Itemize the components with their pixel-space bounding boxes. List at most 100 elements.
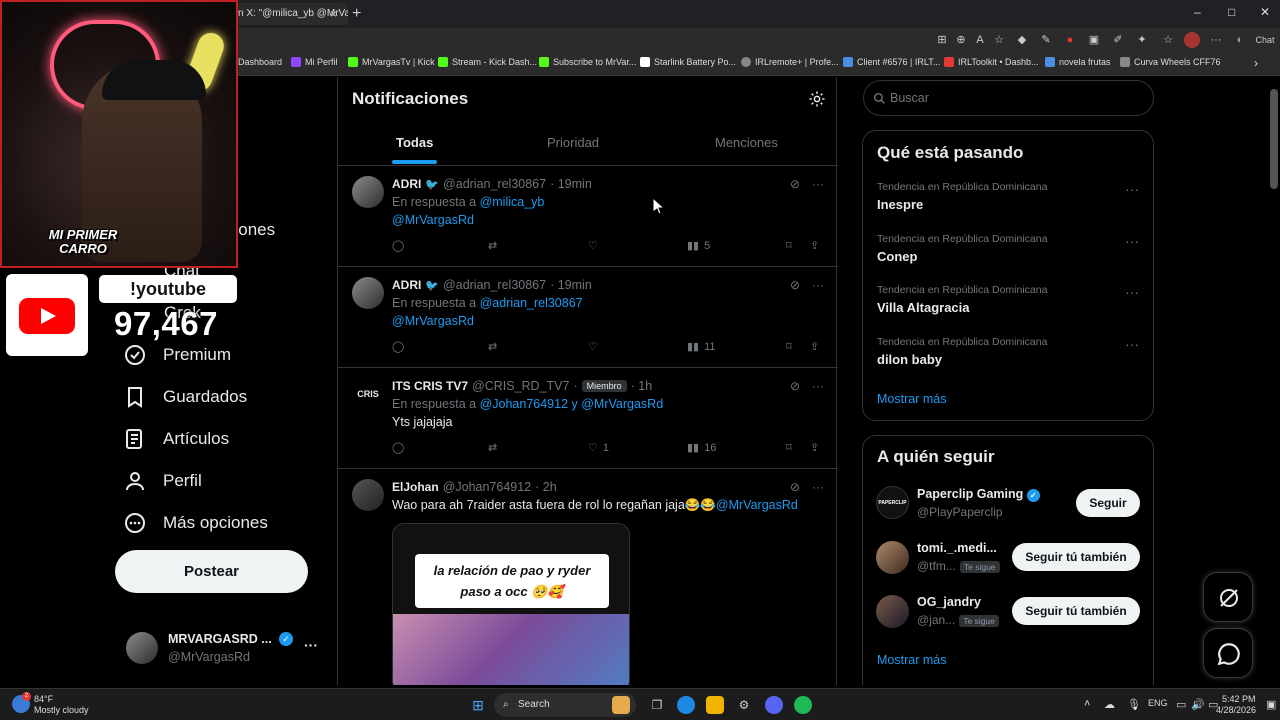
- bookmark-item[interactable]: MrVargasTv | Kick: [348, 57, 435, 67]
- network-icon[interactable]: ▭: [1176, 698, 1186, 711]
- weather-desc[interactable]: Mostly cloudy: [34, 705, 89, 715]
- trend-name[interactable]: Conep: [877, 249, 917, 264]
- more-icon[interactable]: ···: [1125, 181, 1139, 197]
- mention-link[interactable]: @MrVargasRd: [716, 498, 798, 512]
- views-icon[interactable]: ▮▮ 11: [687, 340, 716, 354]
- notification-tweet[interactable]: CRIS ITS CRIS TV7 @CRIS_RD_TV7 · Miembro…: [338, 368, 838, 469]
- more-icon[interactable]: ···: [812, 278, 824, 292]
- notification-tweet[interactable]: ADRI 🐦 @adrian_rel30867 · 19min ⊘ ··· En …: [338, 267, 838, 368]
- extension-icon[interactable]: ●: [1062, 32, 1078, 48]
- chat-label[interactable]: Chat: [1250, 32, 1280, 48]
- bookmark-item[interactable]: Subscribe to MrVar...: [539, 57, 636, 67]
- tweet-time[interactable]: · 19min: [550, 177, 592, 191]
- extension-icon[interactable]: ▣: [1086, 32, 1102, 48]
- author-name[interactable]: ADRI: [392, 278, 421, 292]
- grok-icon[interactable]: ⊘: [790, 480, 800, 494]
- reply-mention-link[interactable]: @Johan764912 y @MrVargasRd: [480, 397, 664, 411]
- close-window-button[interactable]: ✕: [1260, 5, 1270, 19]
- extensions-puzzle-icon[interactable]: ✦: [1134, 32, 1150, 48]
- avatar[interactable]: PAPERCLIP: [876, 486, 909, 519]
- follow-name[interactable]: OG_jandry: [917, 595, 981, 609]
- trend-name[interactable]: Villa Altagracia: [877, 300, 970, 315]
- clock-time[interactable]: 5:42 PM: [1222, 694, 1256, 704]
- notification-tweet[interactable]: ElJohan @Johan764912 · 2h ⊘ ··· Wao para …: [338, 469, 838, 685]
- new-tab-button[interactable]: +: [352, 3, 361, 25]
- nav-item-bookmarks[interactable]: Guardados: [123, 385, 247, 409]
- follow-handle[interactable]: @tfm...: [917, 559, 956, 573]
- trend-name[interactable]: Inespre: [877, 197, 923, 212]
- author-name[interactable]: ElJohan: [392, 480, 439, 494]
- favorites-icon[interactable]: ☆: [1160, 32, 1176, 48]
- author-handle[interactable]: @Johan764912: [443, 480, 531, 494]
- grok-icon[interactable]: ⊘: [790, 177, 800, 191]
- grok-icon[interactable]: ⊘: [790, 379, 800, 393]
- tab-mentions[interactable]: Menciones: [715, 135, 778, 150]
- zoom-icon[interactable]: ⊕: [953, 32, 969, 48]
- more-icon[interactable]: ···: [304, 637, 318, 653]
- tweet-time[interactable]: · 1h: [631, 379, 653, 393]
- tweet-media[interactable]: la relación de pao y ryder paso a occ 🥺🥰: [392, 523, 630, 685]
- follow-button[interactable]: Seguir tú también: [1012, 543, 1140, 571]
- follow-button[interactable]: Seguir: [1076, 489, 1140, 517]
- nav-item-more-options[interactable]: Más opciones: [123, 511, 268, 535]
- follow-name[interactable]: tomi._.medi...: [917, 541, 997, 555]
- task-view-icon[interactable]: ❐: [648, 696, 666, 714]
- tab-priority[interactable]: Prioridad: [547, 135, 599, 150]
- bookmark-item[interactable]: Dashboard: [238, 57, 282, 67]
- follow-name-row[interactable]: Paperclip Gaming ✓: [917, 487, 1040, 502]
- follow-button[interactable]: Seguir tú también: [1012, 597, 1140, 625]
- messages-fab-button[interactable]: [1203, 628, 1253, 678]
- extension-icon[interactable]: ✐: [1110, 32, 1126, 48]
- microphone-icon[interactable]: 🎙: [1127, 698, 1141, 711]
- avatar[interactable]: CRIS: [352, 378, 384, 410]
- discord-icon[interactable]: [765, 696, 783, 714]
- more-icon[interactable]: ···: [1125, 284, 1139, 300]
- more-icon[interactable]: ···: [1125, 336, 1139, 352]
- spotify-icon[interactable]: [794, 696, 812, 714]
- share-icon[interactable]: ⇪: [810, 441, 819, 454]
- notification-bell-icon[interactable]: ▣: [1266, 698, 1276, 711]
- author-handle[interactable]: @adrian_rel30867: [443, 177, 546, 191]
- avatar[interactable]: [876, 541, 909, 574]
- more-menu-icon[interactable]: ···: [1208, 32, 1224, 48]
- like-heart-icon[interactable]: ♡: [588, 239, 598, 252]
- windows-start-icon[interactable]: ⊞: [469, 696, 487, 714]
- nav-item-premium[interactable]: Premium: [123, 343, 231, 367]
- avatar[interactable]: [352, 176, 384, 208]
- language-indicator[interactable]: ENG: [1148, 698, 1168, 708]
- more-icon[interactable]: ···: [1125, 233, 1139, 249]
- bookmark-icon[interactable]: ⌑: [786, 239, 792, 252]
- views-icon[interactable]: ▮▮ 16: [687, 441, 716, 455]
- edge-browser-icon[interactable]: [677, 696, 695, 714]
- search-input[interactable]: Buscar: [863, 80, 1154, 116]
- bookmark-item[interactable]: IRLToolkit • Dashb...: [944, 57, 1039, 67]
- grok-fab-button[interactable]: [1203, 572, 1253, 622]
- account-switcher[interactable]: MRVARGASRD ... ✓ @MrVargasRd ···: [126, 629, 326, 669]
- reply-mention-link[interactable]: @milica_yb: [480, 195, 545, 209]
- file-explorer-icon[interactable]: [706, 696, 724, 714]
- more-icon[interactable]: ···: [812, 177, 824, 191]
- tweet-time[interactable]: · 2h: [535, 480, 557, 494]
- retweet-icon[interactable]: ⇄: [488, 340, 497, 353]
- mention-link[interactable]: @MrVargasRd: [392, 314, 474, 328]
- avatar[interactable]: [352, 277, 384, 309]
- more-icon[interactable]: ···: [812, 480, 824, 494]
- favorite-star-icon[interactable]: ☆: [991, 32, 1007, 48]
- profile-avatar[interactable]: [1184, 32, 1200, 48]
- show-more-link[interactable]: Mostrar más: [877, 392, 946, 406]
- retweet-icon[interactable]: ⇄: [488, 441, 497, 454]
- reply-icon[interactable]: ◯: [392, 441, 404, 454]
- bookmark-item[interactable]: Curva Wheels CFF76: [1120, 57, 1221, 67]
- reply-mention-link[interactable]: @adrian_rel30867: [480, 296, 583, 310]
- settings-gear-icon[interactable]: [808, 90, 826, 108]
- bookmark-item[interactable]: Stream - Kick Dash...: [438, 57, 537, 67]
- trend-name[interactable]: dilon baby: [877, 352, 942, 367]
- weather-temp[interactable]: 84°F: [34, 694, 53, 704]
- copilot-icon[interactable]: ◐: [1232, 32, 1248, 48]
- post-button[interactable]: Postear: [115, 550, 308, 593]
- like-heart-icon[interactable]: ♡: [588, 340, 598, 353]
- retweet-icon[interactable]: ⇄: [488, 239, 497, 252]
- chevron-up-icon[interactable]: ˄: [1084, 698, 1090, 710]
- author-name[interactable]: ITS CRIS TV7: [392, 379, 468, 393]
- onedrive-icon[interactable]: ☁: [1104, 698, 1115, 711]
